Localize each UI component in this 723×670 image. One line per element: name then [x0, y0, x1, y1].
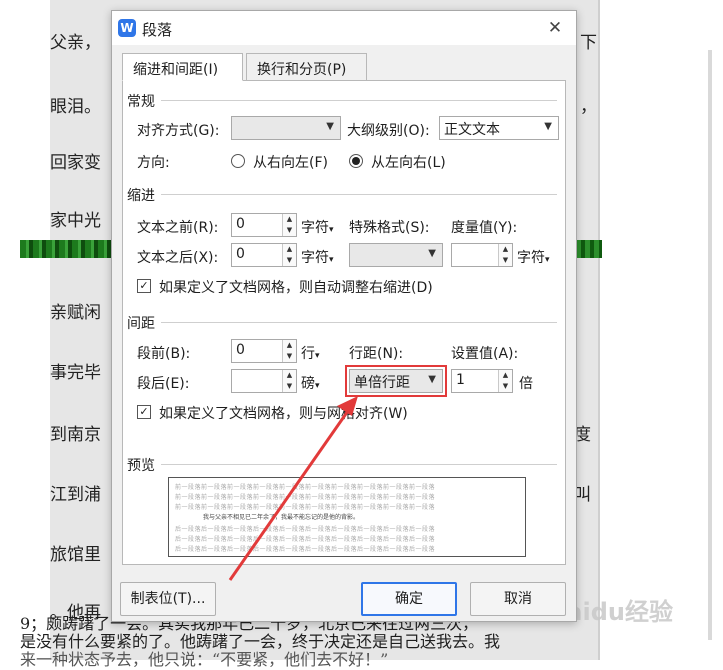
tab-indent-spacing[interactable]: 缩进和间距(I)	[122, 53, 243, 81]
arrow-head	[337, 396, 358, 416]
arrow-shaft	[228, 407, 352, 581]
annotation-arrow	[228, 396, 358, 581]
